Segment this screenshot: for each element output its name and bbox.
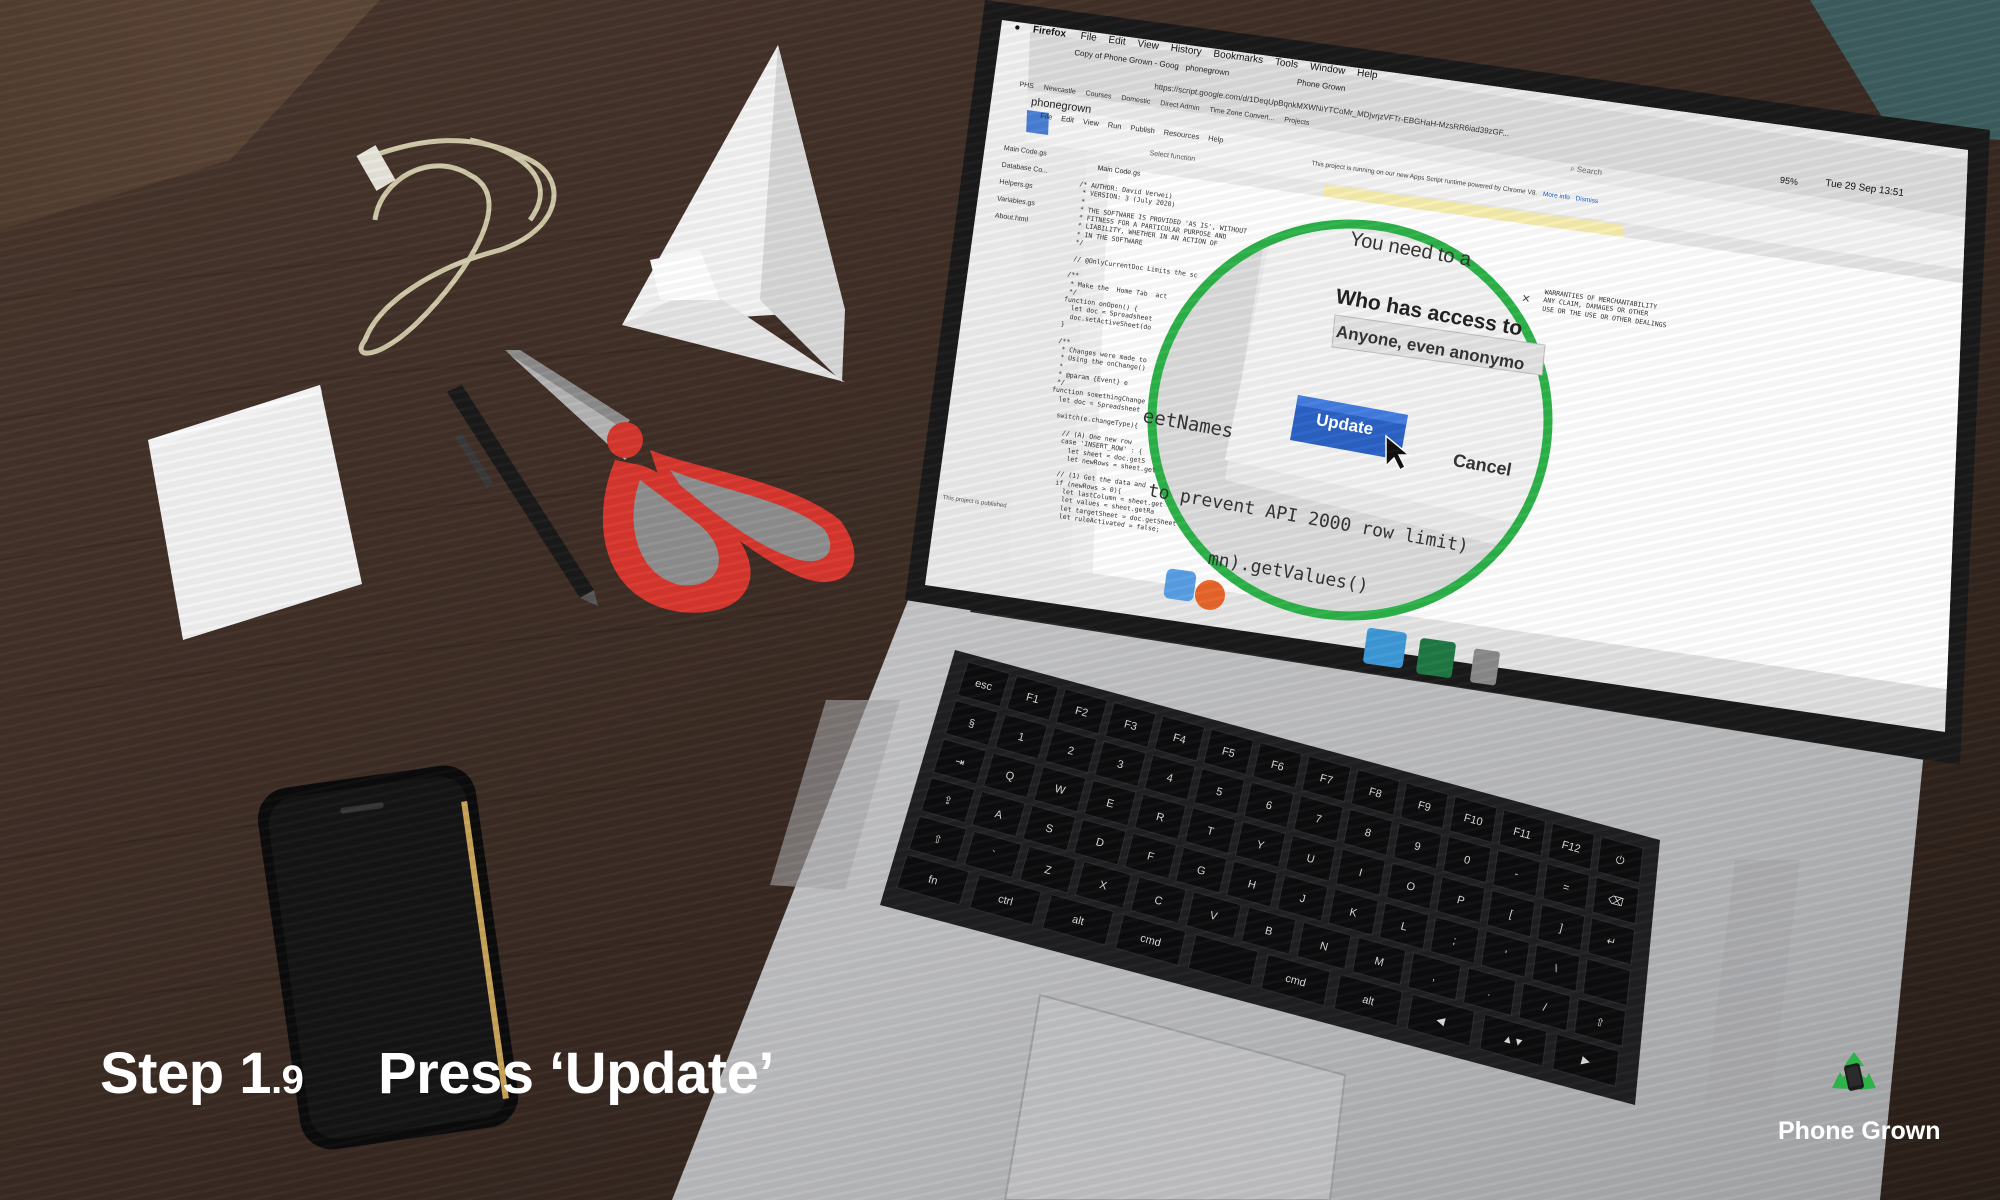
editor-menu-item-6[interactable]: Help — [1208, 134, 1224, 145]
editor-menu-item-3[interactable]: Run — [1107, 120, 1122, 131]
apple-icon[interactable]: ● — [1014, 22, 1021, 34]
photo-scene: escF1F2F3F4F5F6F7F8F9F10F11F12⏻§12345678… — [0, 0, 2000, 1200]
editor-menu-item-0[interactable]: File — [1040, 111, 1053, 122]
editor-menu-item-2[interactable]: View — [1082, 117, 1099, 128]
step-label: Step 1 — [100, 1041, 272, 1106]
menubar-item-1[interactable]: Edit — [1108, 35, 1127, 48]
step-sub-number: .9 — [271, 1058, 304, 1102]
menubar-item-0[interactable]: File — [1080, 31, 1097, 44]
brand-name: Phone Grown — [1778, 1117, 1941, 1145]
search-placeholder: Search — [1576, 164, 1603, 178]
recycle-phone-logo-icon — [1832, 1052, 1876, 1091]
action-caption: Press ‘Update’ — [378, 1041, 774, 1106]
step-caption: Step 1.9 — [100, 1040, 304, 1107]
editor-menu-item-1[interactable]: Edit — [1061, 114, 1075, 125]
